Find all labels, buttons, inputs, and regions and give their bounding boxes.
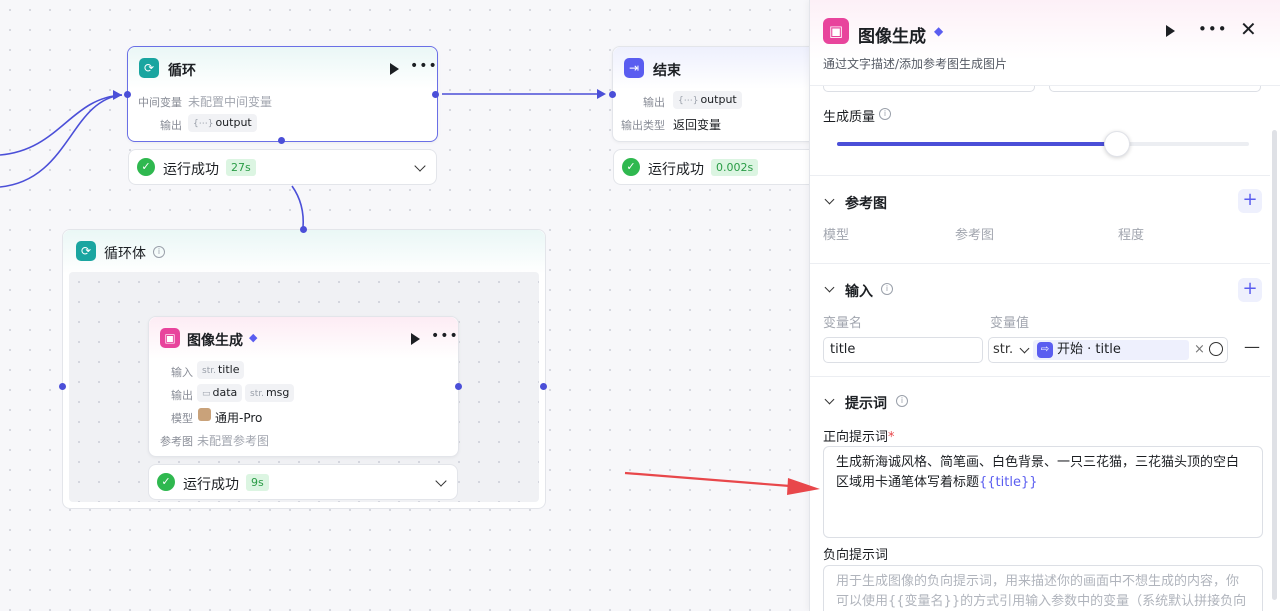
annotation-arrow xyxy=(624,471,820,495)
